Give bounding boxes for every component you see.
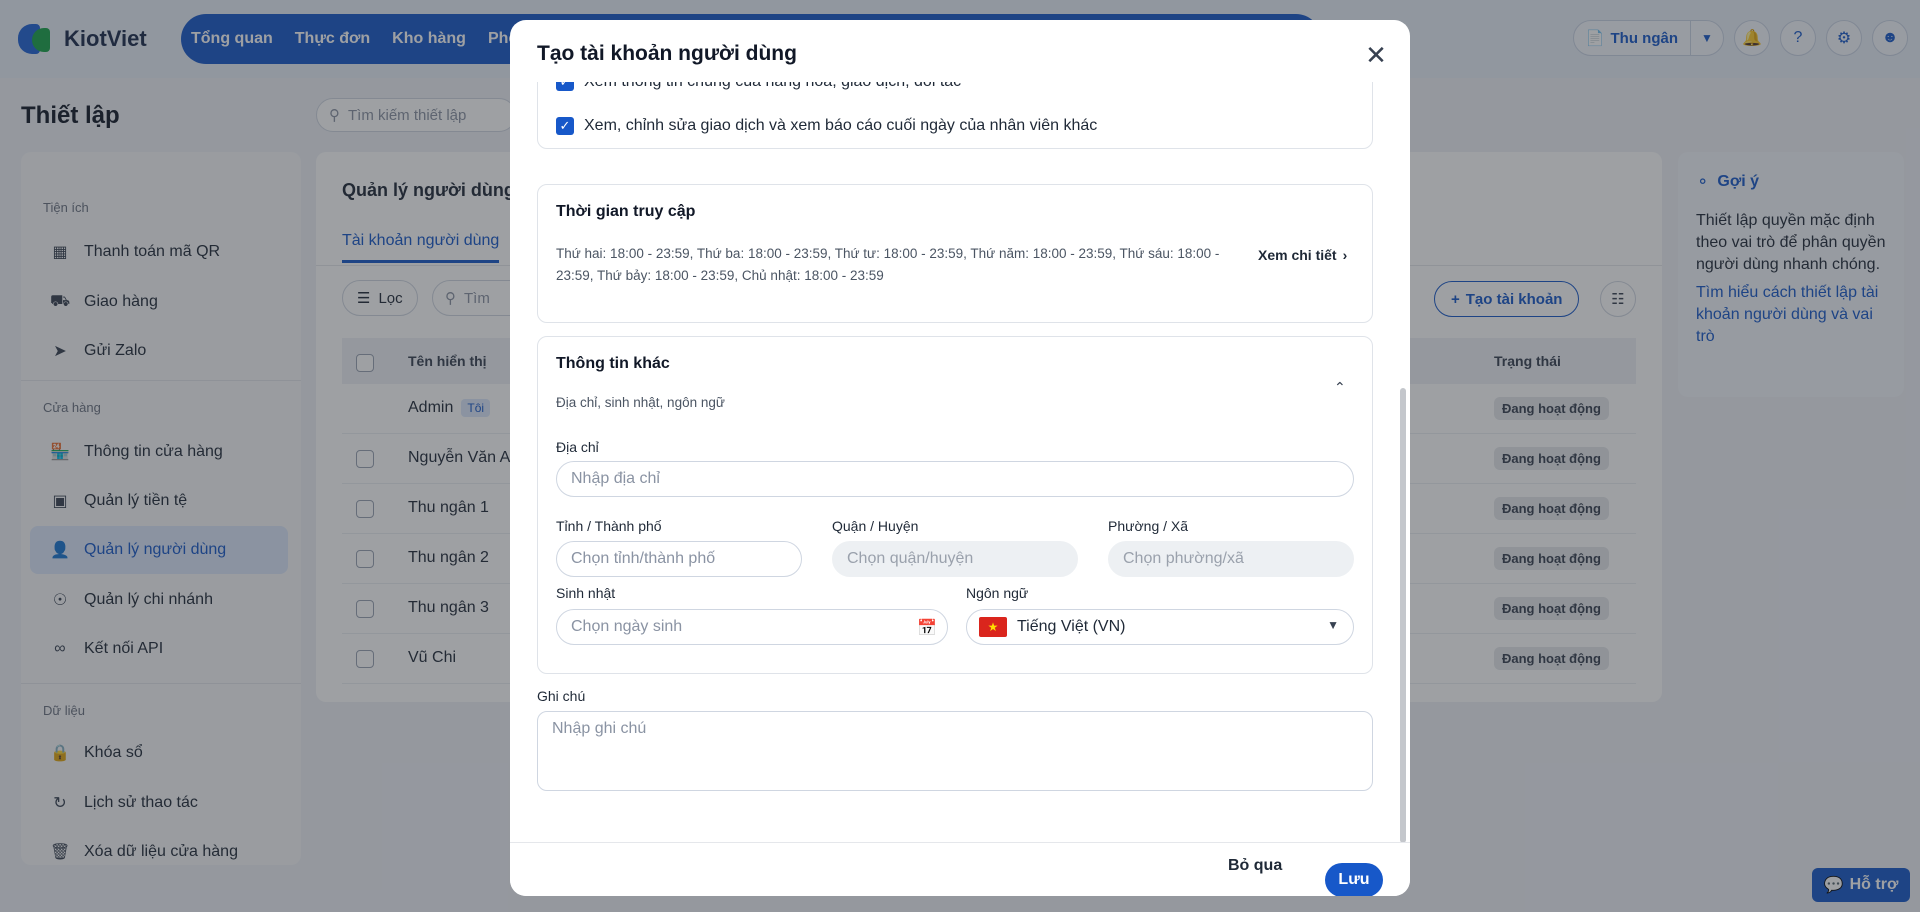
other-info-subtitle: Địa chỉ, sinh nhật, ngôn ngữ bbox=[556, 395, 725, 410]
other-info-title: Thông tin khác bbox=[556, 355, 670, 372]
language-value: Tiếng Việt (VN) bbox=[1017, 618, 1126, 635]
modal-footer: Bỏ qua Lưu bbox=[510, 842, 1410, 896]
access-time-title: Thời gian truy cập bbox=[556, 203, 696, 220]
access-time-card: Thời gian truy cập Thứ hai: 18:00 - 23:5… bbox=[537, 184, 1373, 323]
ward-label: Phường / Xã bbox=[1108, 518, 1189, 534]
chevron-down-icon: ▼ bbox=[1327, 618, 1339, 632]
address-input[interactable]: Nhập địa chỉ bbox=[556, 461, 1354, 497]
address-label: Địa chỉ bbox=[556, 439, 599, 455]
district-placeholder: Chọn quận/huyện bbox=[847, 550, 974, 567]
permission-label: Xem thông tin chung của hàng hóa, giao d… bbox=[584, 82, 961, 91]
district-label: Quận / Huyện bbox=[832, 518, 919, 534]
modal-title: Tạo tài khoản người dùng bbox=[537, 42, 797, 65]
checkbox-checked[interactable]: ✓ bbox=[556, 117, 574, 135]
province-placeholder: Chọn tỉnh/thành phố bbox=[571, 550, 716, 567]
modal-body: ✓ Xem thông tin chung của hàng hóa, giao… bbox=[510, 82, 1410, 842]
ward-select[interactable]: Chọn phường/xã bbox=[1108, 541, 1354, 577]
modal-scrollbar[interactable] bbox=[1400, 388, 1406, 843]
view-detail-link[interactable]: Xem chi tiết › bbox=[1258, 247, 1347, 263]
permissions-card: ✓ Xem thông tin chung của hàng hóa, giao… bbox=[537, 82, 1373, 149]
view-detail-label: Xem chi tiết bbox=[1258, 247, 1337, 263]
vietnam-flag-icon: ★ bbox=[979, 617, 1007, 637]
permission-row[interactable]: ✓ Xem thông tin chung của hàng hóa, giao… bbox=[556, 82, 961, 91]
checkbox-checked[interactable]: ✓ bbox=[556, 82, 574, 91]
note-label: Ghi chú bbox=[537, 688, 586, 704]
birthday-placeholder: Chọn ngày sinh bbox=[571, 618, 683, 635]
district-select[interactable]: Chọn quận/huyện bbox=[832, 541, 1078, 577]
close-icon[interactable]: ✕ bbox=[1362, 42, 1390, 70]
cancel-button[interactable]: Bỏ qua bbox=[1228, 857, 1282, 875]
note-placeholder: Nhập ghi chú bbox=[552, 720, 647, 737]
language-select[interactable]: ★ Tiếng Việt (VN) ▼ bbox=[966, 609, 1354, 645]
save-button[interactable]: Lưu bbox=[1325, 863, 1383, 896]
other-info-card: Thông tin khác Địa chỉ, sinh nhật, ngôn … bbox=[537, 336, 1373, 674]
ward-placeholder: Chọn phường/xã bbox=[1123, 550, 1244, 567]
birthday-label: Sinh nhật bbox=[556, 585, 616, 601]
permission-label: Xem, chỉnh sửa giao dịch và xem báo cáo … bbox=[584, 117, 1098, 134]
note-textarea[interactable]: Nhập ghi chú bbox=[537, 711, 1373, 791]
chevron-right-icon: › bbox=[1342, 247, 1348, 263]
chevron-up-icon[interactable]: ⌃ bbox=[1334, 379, 1346, 396]
calendar-icon[interactable]: 📅 bbox=[917, 618, 937, 638]
access-time-text: Thứ hai: 18:00 - 23:59, Thứ ba: 18:00 - … bbox=[556, 246, 1220, 283]
create-user-modal: Tạo tài khoản người dùng ✕ ✓ Xem thông t… bbox=[510, 20, 1410, 896]
address-placeholder: Nhập địa chỉ bbox=[571, 470, 660, 487]
language-label: Ngôn ngữ bbox=[966, 585, 1029, 601]
permission-row[interactable]: ✓ Xem, chỉnh sửa giao dịch và xem báo cá… bbox=[556, 117, 1097, 135]
birthday-input[interactable]: Chọn ngày sinh 📅 bbox=[556, 609, 948, 645]
province-select[interactable]: Chọn tỉnh/thành phố bbox=[556, 541, 802, 577]
province-label: Tỉnh / Thành phố bbox=[556, 518, 662, 534]
